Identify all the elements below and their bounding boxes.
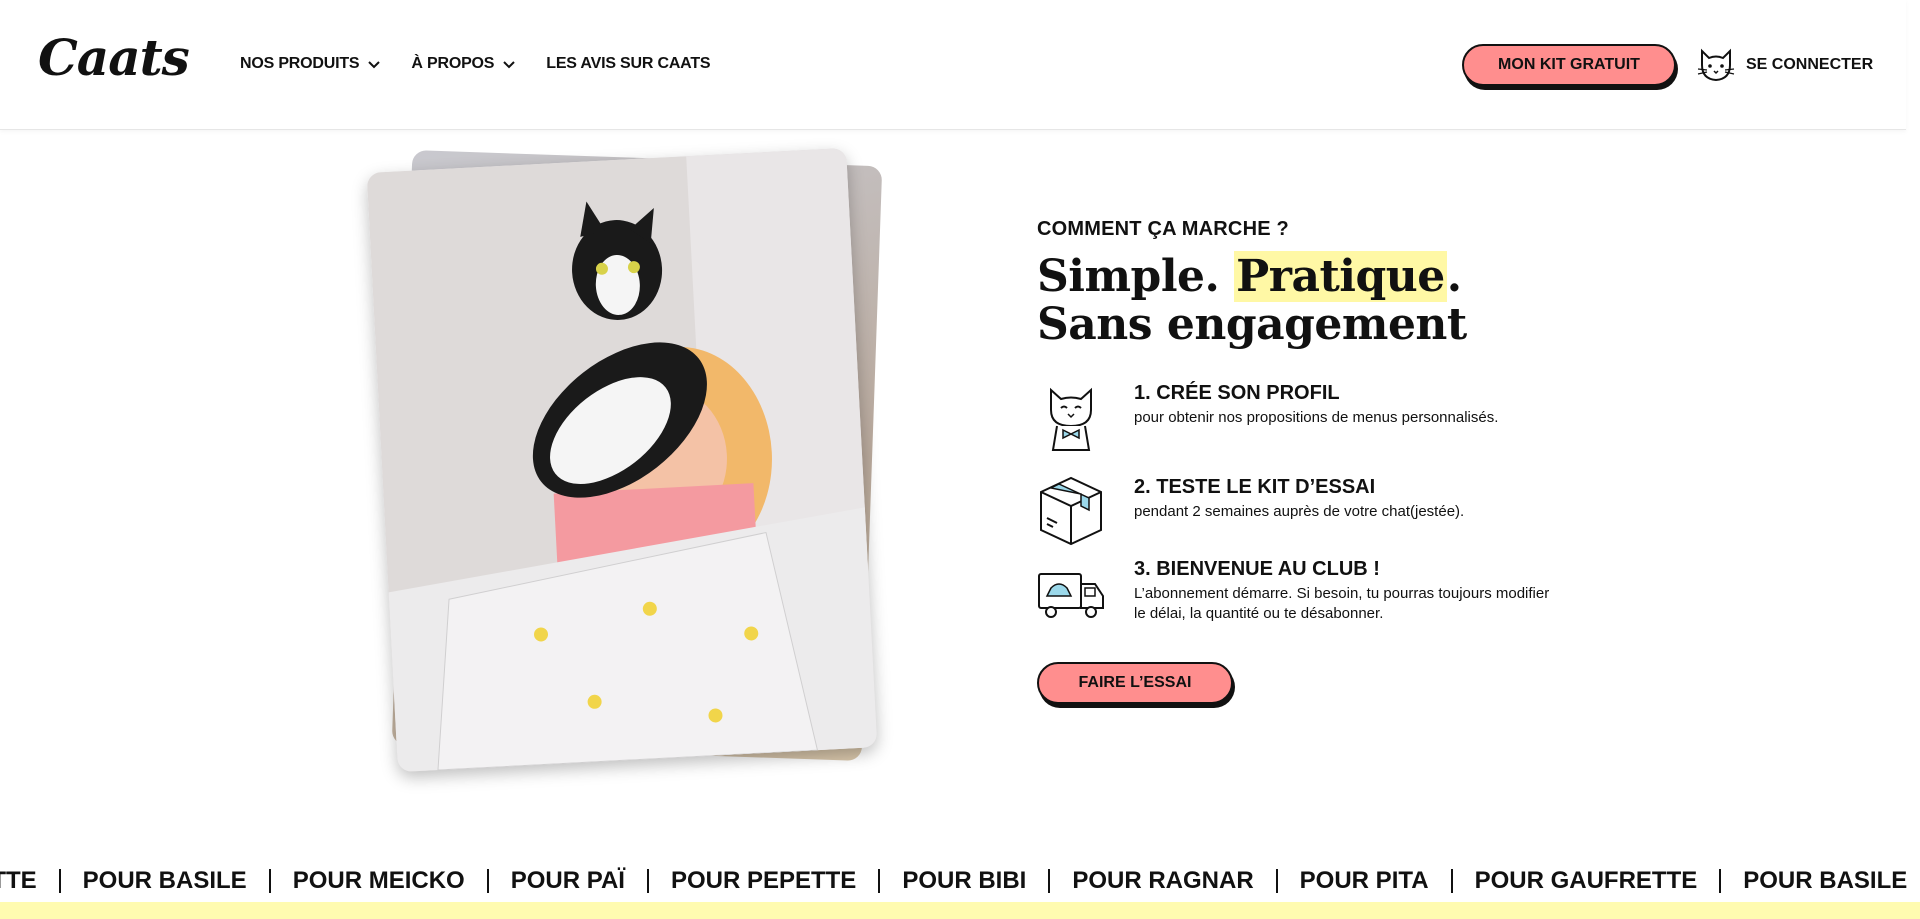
marquee-item: POUR PITA bbox=[1299, 867, 1429, 894]
nav-item-label: À PROPOS bbox=[411, 55, 495, 72]
section-headline: Simple. Pratique. Sans engagement bbox=[1037, 251, 1597, 350]
yellow-band bbox=[0, 902, 1920, 919]
marquee-separator bbox=[878, 869, 881, 893]
step-1: 1. CRÉE SON PROFIL pour obtenir nos prop… bbox=[1037, 380, 1597, 460]
marquee-item: POUR PAÏ bbox=[510, 867, 625, 894]
marquee-item: POUR PEPETTE bbox=[670, 867, 857, 894]
box-icon bbox=[1040, 476, 1102, 546]
section-eyebrow: COMMENT ÇA MARCHE ? bbox=[1037, 218, 1289, 240]
cat-bowtie-icon bbox=[1050, 387, 1092, 451]
nav-item-avis[interactable]: LES AVIS SUR CAATS bbox=[546, 52, 710, 76]
step-title: 3. BIENVENUE AU CLUB ! bbox=[1134, 558, 1380, 580]
marquee-item: POUR MEICKO bbox=[292, 867, 465, 894]
nav-item-apropos[interactable]: À PROPOS bbox=[411, 52, 516, 76]
login-link[interactable]: SE CONNECTER bbox=[1696, 44, 1873, 86]
how-it-works: COMMENT ÇA MARCHE ? Simple. Pratique. Sa… bbox=[1037, 218, 1597, 349]
chevron-down-icon bbox=[368, 61, 381, 69]
main-nav: NOS PRODUITS À PROPOS LES AVIS SUR CAATS bbox=[240, 52, 740, 76]
marquee-item: POUR GAUFRETTE bbox=[1474, 867, 1698, 894]
marquee-separator bbox=[268, 869, 271, 893]
marquee-separator bbox=[646, 869, 649, 893]
pet-names-marquee: RETTE POUR BASILE POUR MEICKO POUR PAÏ POUR … bbox=[0, 858, 1920, 904]
free-kit-button[interactable]: MON KIT GRATUIT bbox=[1462, 44, 1676, 86]
step-description: pour obtenir nos propositions de menus p… bbox=[1134, 409, 1499, 426]
marquee-separator bbox=[1450, 869, 1453, 893]
step-2: 2. TESTE LE KIT D’ESSAI pendant 2 semain… bbox=[1037, 474, 1597, 554]
chevron-down-icon bbox=[503, 61, 515, 69]
marquee-track: RETTE POUR BASILE POUR MEICKO POUR PAÏ POUR … bbox=[0, 867, 1907, 895]
nav-item-label: LES AVIS SUR CAATS bbox=[546, 55, 711, 72]
marquee-separator bbox=[58, 869, 61, 893]
site-header: Caats NOS PRODUITS À PROPOS LES AVIS SUR… bbox=[0, 0, 1906, 130]
nav-item-label: NOS PRODUITS bbox=[240, 55, 360, 72]
marquee-separator bbox=[486, 869, 489, 893]
try-button[interactable]: FAIRE L’ESSAI bbox=[1037, 662, 1233, 704]
login-label: SE CONNECTER bbox=[1746, 56, 1874, 73]
caats-logo[interactable]: Caats bbox=[38, 28, 190, 88]
cat-in-box-photo bbox=[366, 147, 878, 773]
marquee-item: RETTE bbox=[0, 867, 37, 894]
step-title: 2. TESTE LE KIT D’ESSAI bbox=[1134, 476, 1376, 498]
step-3: 3. BIENVENUE AU CLUB ! L’abonnement déma… bbox=[1037, 556, 1597, 636]
step-description: pendant 2 semaines auprès de votre chat(… bbox=[1134, 503, 1465, 520]
marquee-separator bbox=[1048, 869, 1051, 893]
marquee-item: POUR RAGNAR bbox=[1072, 867, 1254, 894]
delivery-truck-icon bbox=[1038, 573, 1104, 618]
hero-photo bbox=[366, 147, 892, 778]
step-description: L’abonnement démarre. Si besoin, tu pour… bbox=[1134, 585, 1550, 622]
marquee-item: POUR BASILE bbox=[82, 867, 247, 894]
headline-line2: Sans engagement bbox=[1037, 299, 1467, 350]
nav-item-produits[interactable]: NOS PRODUITS bbox=[240, 52, 381, 76]
marquee-item: POUR BASILE bbox=[1743, 867, 1908, 894]
marquee-item: POUR BIBI bbox=[902, 867, 1027, 894]
marquee-separator bbox=[1719, 869, 1722, 893]
headline-part: . bbox=[1446, 251, 1462, 302]
headline-part: Simple. bbox=[1037, 251, 1235, 302]
cat-face-icon bbox=[1697, 48, 1735, 82]
headline-highlight: Pratique bbox=[1234, 251, 1447, 302]
marquee-separator bbox=[1275, 869, 1278, 893]
step-title: 1. CRÉE SON PROFIL bbox=[1134, 382, 1340, 404]
photo-illustration bbox=[366, 147, 878, 773]
